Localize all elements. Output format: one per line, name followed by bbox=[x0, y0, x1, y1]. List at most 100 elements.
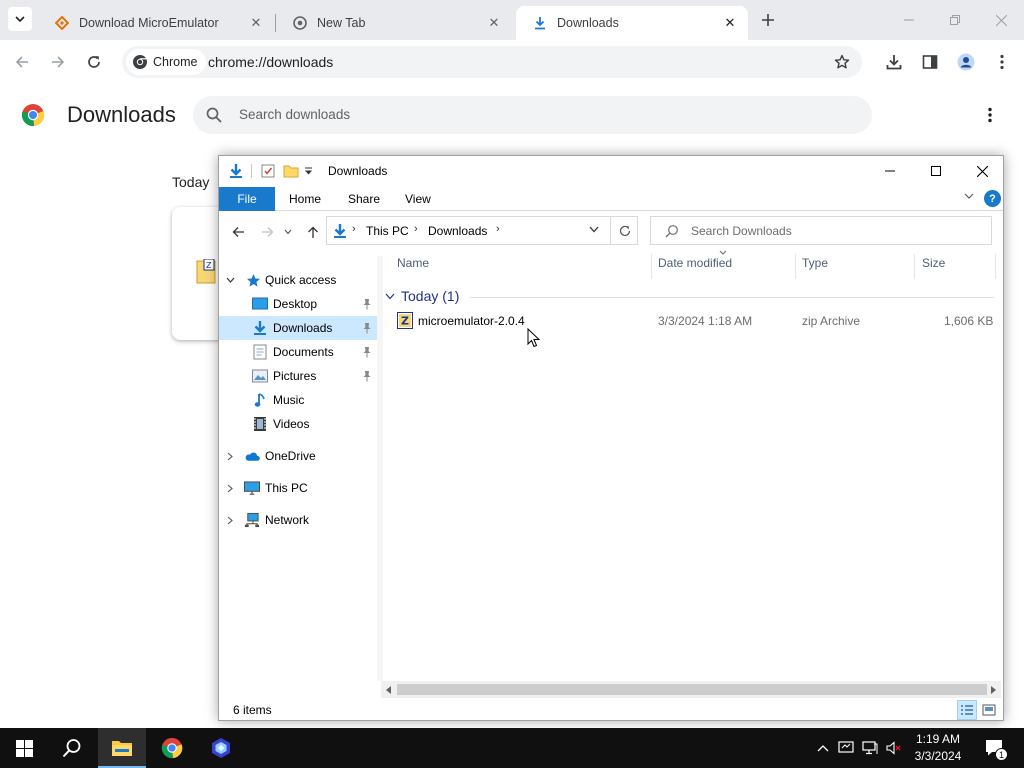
file-row[interactable]: Z microemulator-2.0.4 3/3/2024 1:18 AM z… bbox=[391, 310, 999, 332]
pane-splitter[interactable] bbox=[377, 256, 383, 681]
column-header-name[interactable]: Name bbox=[397, 256, 429, 276]
tab-downloads[interactable]: Downloads ✕ bbox=[516, 6, 748, 40]
nav-item-music[interactable]: Music bbox=[219, 388, 377, 412]
taskbar-chrome[interactable] bbox=[148, 728, 196, 768]
nav-item-pictures[interactable]: Pictures bbox=[219, 364, 377, 388]
column-divider[interactable] bbox=[795, 254, 796, 279]
start-button[interactable] bbox=[0, 728, 48, 768]
explorer-address-bar[interactable]: › This PC › Downloads › bbox=[326, 216, 638, 245]
nav-this-pc[interactable]: This PC bbox=[219, 476, 377, 500]
recent-locations-button[interactable] bbox=[281, 221, 295, 243]
explorer-minimize-button[interactable] bbox=[867, 156, 913, 186]
nav-network[interactable]: Network bbox=[219, 508, 377, 532]
show-hidden-icons-button[interactable] bbox=[815, 740, 831, 756]
close-tab-icon[interactable]: ✕ bbox=[248, 15, 264, 31]
explorer-maximize-button[interactable] bbox=[913, 156, 959, 186]
downloads-search-input[interactable]: Search downloads bbox=[193, 96, 872, 134]
column-header-date-modified[interactable]: Date modified bbox=[658, 256, 732, 276]
breadcrumb-this-pc[interactable]: This PC bbox=[366, 224, 409, 238]
downloads-header: Downloads Search downloads bbox=[0, 86, 1024, 144]
address-bar[interactable]: Chrome chrome://downloads bbox=[122, 46, 862, 78]
tab-download-microemulator[interactable]: Download MicroEmulator ✕ bbox=[38, 6, 274, 40]
volume-muted-icon[interactable] bbox=[886, 740, 902, 756]
chevron-down-icon[interactable] bbox=[225, 275, 235, 285]
pin-icon[interactable] bbox=[362, 370, 372, 382]
ribbon-tab-view[interactable]: View bbox=[405, 187, 431, 211]
column-divider[interactable] bbox=[914, 254, 915, 279]
nav-item-videos[interactable]: Videos bbox=[219, 412, 377, 436]
expand-ribbon-icon[interactable] bbox=[964, 192, 974, 203]
restore-button[interactable] bbox=[932, 0, 978, 40]
scroll-left-icon[interactable] bbox=[381, 681, 397, 698]
tab-new-tab[interactable]: New Tab ✕ bbox=[276, 6, 512, 40]
up-level-button[interactable] bbox=[302, 221, 324, 243]
column-header-type[interactable]: Type bbox=[802, 256, 828, 276]
folder-icon bbox=[283, 165, 299, 178]
side-panel-button[interactable] bbox=[918, 50, 942, 74]
bookmark-button[interactable] bbox=[830, 50, 854, 74]
group-header-today[interactable]: Today (1) bbox=[385, 288, 459, 304]
nav-item-desktop[interactable]: Desktop bbox=[219, 292, 377, 316]
explorer-back-button[interactable] bbox=[227, 221, 249, 243]
tab-search-button[interactable] bbox=[8, 7, 32, 31]
close-tab-icon[interactable]: ✕ bbox=[486, 15, 502, 31]
explorer-window-title: Downloads bbox=[328, 164, 388, 178]
close-tab-icon[interactable]: ✕ bbox=[722, 15, 738, 31]
help-icon[interactable]: ? bbox=[984, 190, 1001, 207]
column-divider[interactable] bbox=[995, 254, 996, 279]
site-info-chip[interactable]: Chrome bbox=[126, 49, 207, 75]
properties-qat-button[interactable] bbox=[259, 162, 277, 180]
minimize-button[interactable] bbox=[886, 0, 932, 40]
column-divider[interactable] bbox=[651, 254, 652, 279]
ribbon-tab-file[interactable]: File bbox=[219, 187, 275, 211]
column-header-size[interactable]: Size bbox=[922, 256, 945, 276]
nav-onedrive[interactable]: OneDrive bbox=[219, 444, 377, 468]
downloads-more-button[interactable] bbox=[980, 104, 1000, 126]
new-folder-qat-button[interactable] bbox=[282, 162, 300, 180]
tray-app-icon[interactable] bbox=[838, 740, 854, 756]
chevron-right-icon[interactable] bbox=[225, 483, 235, 493]
system-clock[interactable]: 1:19 AM 3/3/2024 bbox=[906, 731, 970, 765]
breadcrumb-separator-icon[interactable]: › bbox=[352, 223, 356, 235]
explorer-forward-button[interactable] bbox=[256, 221, 278, 243]
ribbon-tab-home[interactable]: Home bbox=[289, 187, 321, 211]
network-status-icon[interactable] bbox=[862, 740, 878, 756]
profile-button[interactable] bbox=[954, 50, 978, 74]
breadcrumb-separator-icon[interactable]: › bbox=[496, 223, 500, 235]
chevron-right-icon[interactable] bbox=[225, 515, 235, 525]
breadcrumb-separator-icon[interactable]: › bbox=[414, 223, 418, 235]
reload-button[interactable] bbox=[80, 48, 108, 76]
pin-icon[interactable] bbox=[362, 346, 372, 358]
explorer-search-input[interactable]: Search Downloads bbox=[650, 216, 992, 245]
taskbar-file-explorer[interactable] bbox=[98, 728, 146, 768]
maximize-icon bbox=[931, 166, 941, 176]
ribbon-tab-share[interactable]: Share bbox=[348, 187, 380, 211]
address-history-dropdown[interactable] bbox=[589, 224, 599, 236]
horizontal-scrollbar[interactable] bbox=[381, 681, 1001, 698]
search-button[interactable] bbox=[48, 728, 96, 768]
details-view-button[interactable] bbox=[957, 700, 977, 720]
chevron-right-icon[interactable] bbox=[225, 451, 235, 461]
new-tab-button[interactable] bbox=[756, 8, 780, 32]
nav-item-downloads[interactable]: Downloads bbox=[219, 316, 377, 340]
back-button[interactable] bbox=[8, 48, 36, 76]
pin-icon[interactable] bbox=[362, 322, 372, 334]
large-icons-view-button[interactable] bbox=[979, 700, 999, 720]
nav-root-label: This PC bbox=[265, 481, 308, 495]
close-window-button[interactable] bbox=[978, 0, 1024, 40]
forward-button[interactable] bbox=[44, 48, 72, 76]
refresh-button[interactable] bbox=[610, 217, 638, 244]
pin-icon[interactable] bbox=[362, 298, 372, 310]
nav-item-documents[interactable]: Documents bbox=[219, 340, 377, 364]
nav-quick-access[interactable]: Quick access bbox=[219, 268, 377, 292]
explorer-close-button[interactable] bbox=[959, 156, 1003, 186]
breadcrumb-downloads[interactable]: Downloads bbox=[428, 224, 487, 238]
customize-qat-button[interactable] bbox=[302, 162, 314, 180]
taskbar-app[interactable] bbox=[197, 728, 245, 768]
scrollbar-thumb[interactable] bbox=[397, 684, 987, 695]
chrome-menu-button[interactable] bbox=[990, 50, 1014, 74]
action-center-button[interactable]: 1 bbox=[984, 738, 1008, 761]
scroll-right-icon[interactable] bbox=[985, 681, 1001, 698]
downloads-button[interactable] bbox=[882, 50, 906, 74]
file-name[interactable]: microemulator-2.0.4 bbox=[418, 314, 525, 328]
